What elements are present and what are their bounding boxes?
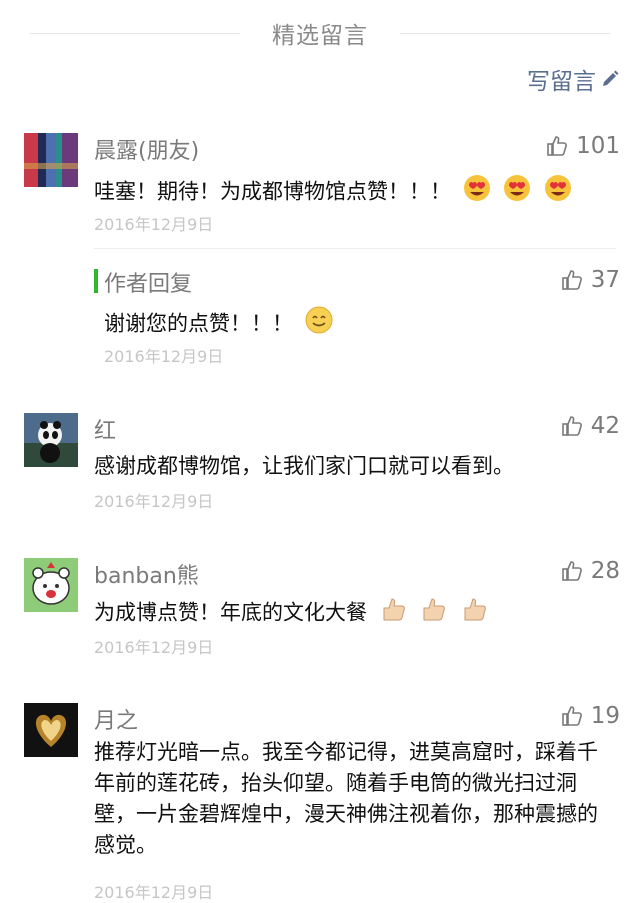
comment-date: 2016年12月9日 xyxy=(94,638,214,657)
header-divider-right xyxy=(400,33,610,34)
write-comment-label: 写留言 xyxy=(527,69,596,95)
pencil-icon xyxy=(603,70,619,86)
comment-text: 推荐灯光暗一点。我至今都记得，进莫高窟时，踩着千年前的莲花砖，抬头仰望。随着手电… xyxy=(94,740,598,857)
reply-date: 2016年12月9日 xyxy=(104,347,224,366)
like-button[interactable]: 19 xyxy=(561,703,620,729)
thumbs-up-icon xyxy=(561,706,582,726)
smile-emoji xyxy=(304,305,334,344)
reply-text: 谢谢您的点赞！！！ xyxy=(104,305,616,344)
comment-date: 2016年12月9日 xyxy=(94,883,214,902)
avatar[interactable] xyxy=(24,413,78,467)
like-count: 37 xyxy=(590,267,620,293)
reply-author-label: 作者回复 xyxy=(104,272,193,297)
comment-text: 哇塞！期待！为成都博物馆点赞！！！ xyxy=(94,173,616,212)
comment-text-content: 为成博点赞！年底的文化大餐 xyxy=(94,600,367,625)
like-button[interactable]: 42 xyxy=(561,413,620,439)
thumbs-up-icon xyxy=(547,136,568,156)
like-count: 19 xyxy=(590,703,620,729)
avatar[interactable] xyxy=(24,133,78,187)
reply-text-content: 谢谢您的点赞！！！ xyxy=(104,311,293,336)
comment-item: 红 42 感谢成都博物馆，让我们家门口就可以看到。 2016年12月9日 xyxy=(0,413,640,523)
commenter-name: banban熊 xyxy=(94,564,199,589)
comment-date: 2016年12月9日 xyxy=(94,492,214,511)
comment-text: 为成博点赞！年底的文化大餐 xyxy=(94,594,616,633)
like-button[interactable]: 28 xyxy=(561,558,620,584)
thumbs-up-emoji xyxy=(378,594,408,633)
commenter-name: 红 xyxy=(94,419,117,444)
commenter-name: 晨露(朋友) xyxy=(94,139,200,164)
commenter-name: 月之 xyxy=(94,709,139,734)
comment-date: 2016年12月9日 xyxy=(94,215,214,234)
comment-item: banban熊 28 为成博点赞！年底的文化大餐 2016年12月9日 xyxy=(0,558,640,668)
comment-text-content: 哇塞！期待！为成都博物馆点赞！！！ xyxy=(94,179,451,204)
avatar[interactable] xyxy=(24,703,78,757)
like-count: 28 xyxy=(590,558,620,584)
write-comment-button[interactable]: 写留言 xyxy=(527,62,620,96)
thumbs-up-emoji xyxy=(459,594,489,633)
comments-header: 精选留言 xyxy=(0,0,640,64)
like-count: 101 xyxy=(576,133,620,159)
reply-divider xyxy=(94,248,616,249)
comment-item: 月之 19 推荐灯光暗一点。我至今都记得，进莫高窟时，踩着千年前的莲花砖，抬头仰… xyxy=(0,703,640,902)
heart-eyes-emoji xyxy=(462,173,492,212)
heart-eyes-emoji xyxy=(502,173,532,212)
comment-item: 晨露(朋友) 101 哇塞！期待！为成都博物馆点赞！！！ 2016年12月9日 … xyxy=(0,133,640,423)
thumbs-up-emoji xyxy=(418,594,448,633)
like-button[interactable]: 101 xyxy=(546,133,620,159)
heart-eyes-emoji xyxy=(543,173,573,212)
comment-text: 感谢成都博物馆，让我们家门口就可以看到。 xyxy=(94,454,514,478)
avatar[interactable] xyxy=(24,558,78,612)
thumbs-up-icon xyxy=(561,561,582,581)
thumbs-up-icon xyxy=(561,416,582,436)
like-count: 42 xyxy=(590,413,620,439)
like-button[interactable]: 37 xyxy=(561,267,620,293)
reply-indicator-bar xyxy=(94,269,98,293)
thumbs-up-icon xyxy=(561,270,582,290)
